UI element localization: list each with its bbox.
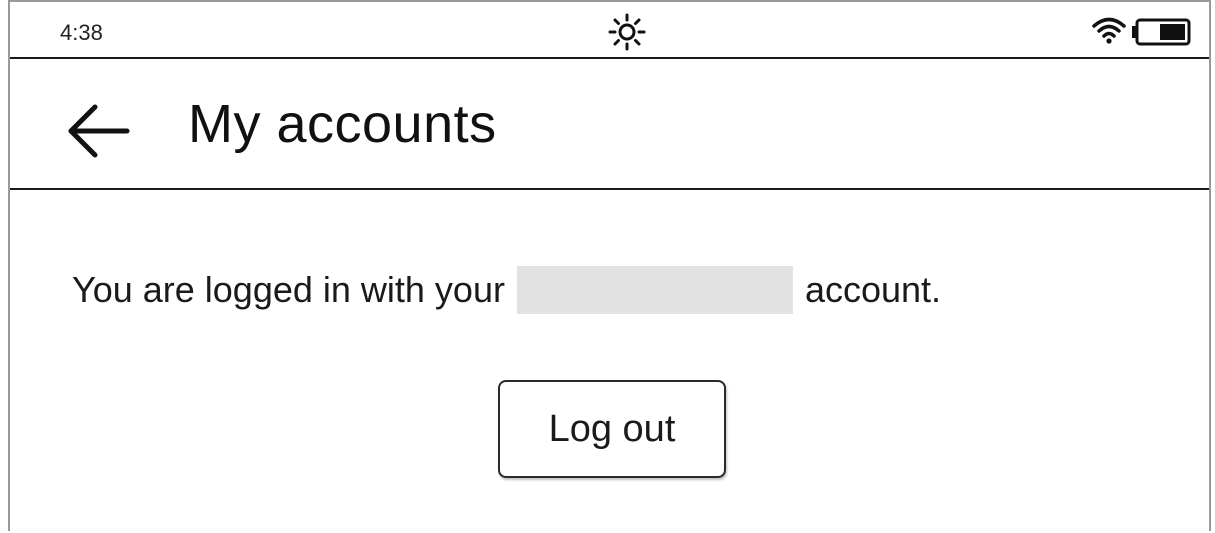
sun-icon[interactable] <box>607 12 647 52</box>
login-status-message: You are logged in with your account. <box>72 266 941 314</box>
message-suffix: account. <box>804 269 942 310</box>
redacted-account-name <box>516 266 793 314</box>
logout-button[interactable]: Log out <box>498 380 726 478</box>
page-title: My accounts <box>188 94 497 154</box>
battery-icon <box>1132 18 1191 46</box>
page-header: My accounts <box>10 59 1209 190</box>
wifi-icon <box>1092 17 1126 44</box>
message-prefix: You are logged in with your <box>72 269 505 310</box>
status-time: 4:38 <box>60 20 103 45</box>
account-content: You are logged in with your account. Log… <box>10 190 1209 533</box>
arrow-left-icon[interactable] <box>65 101 135 161</box>
status-bar: 4:38 <box>10 2 1209 59</box>
device-screen: 4:38 My accounts You are logged in with … <box>8 0 1211 531</box>
